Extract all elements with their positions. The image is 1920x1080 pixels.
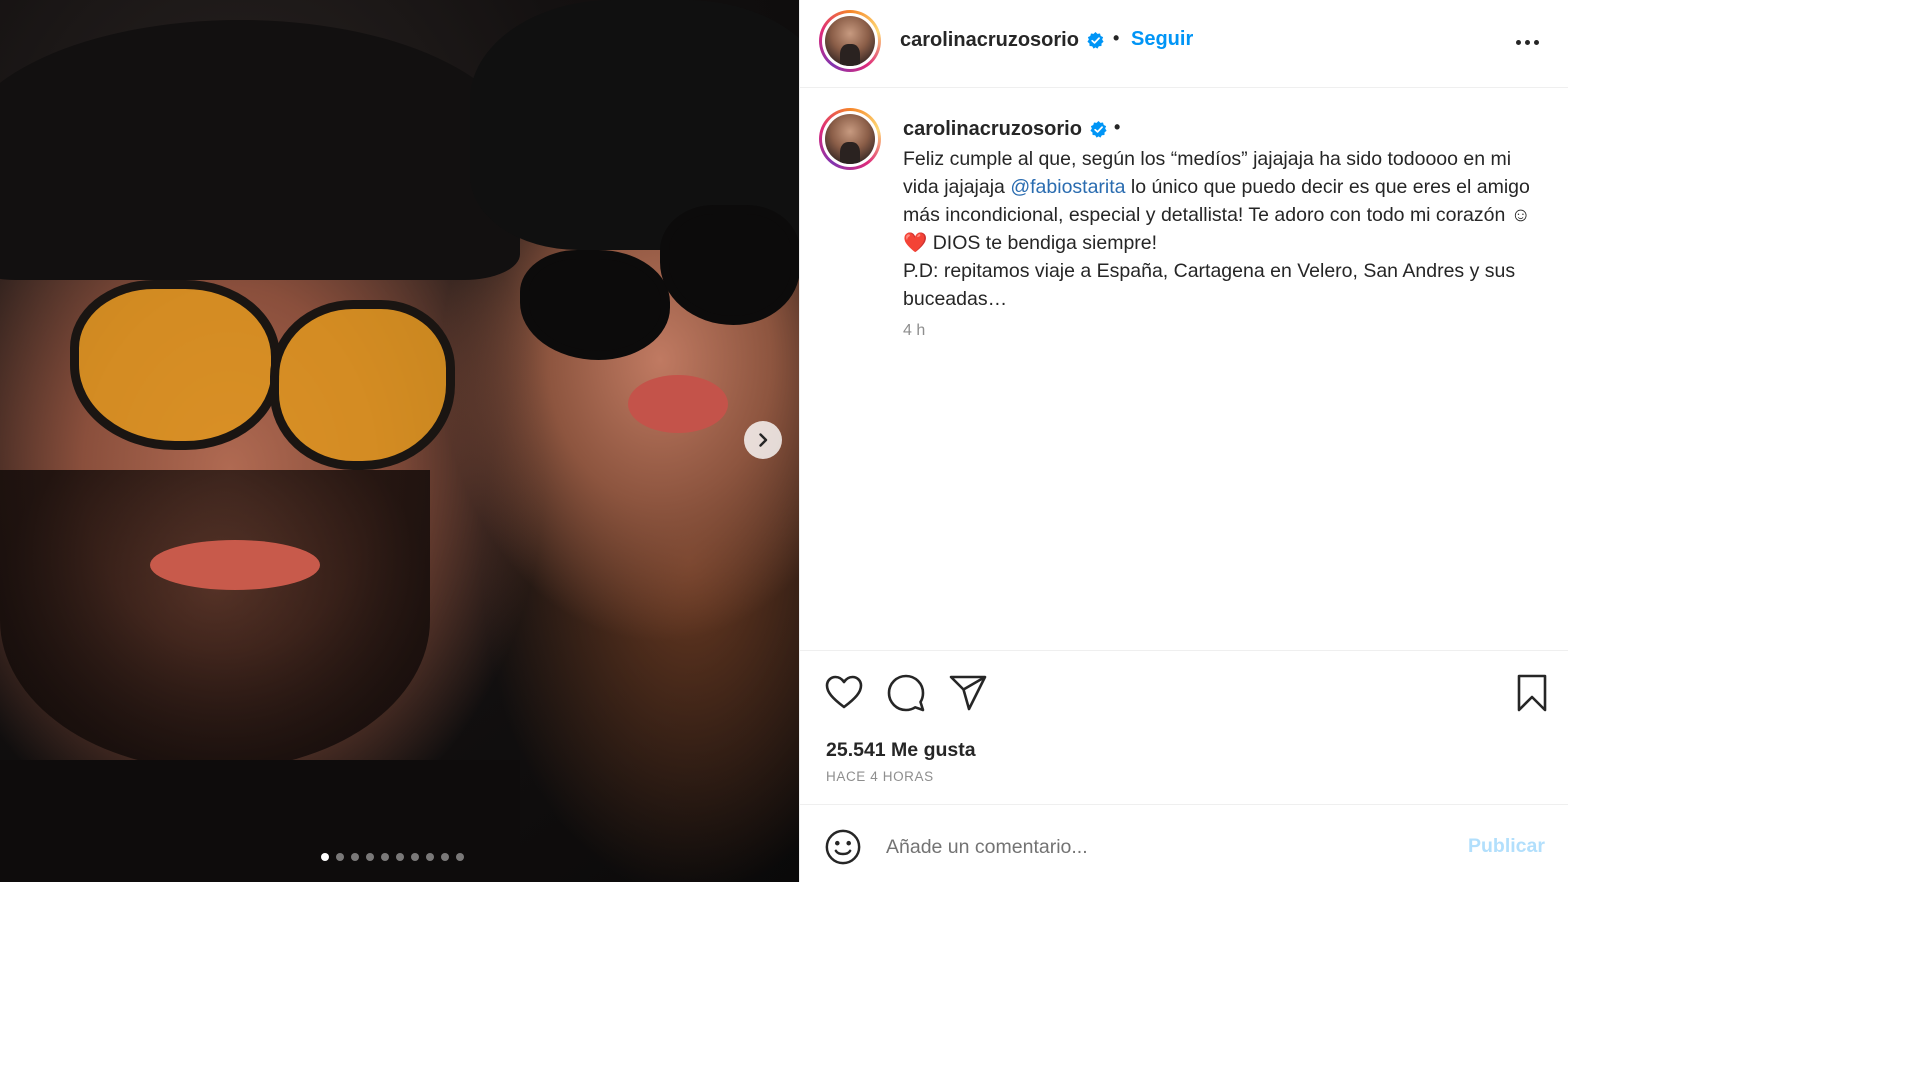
carousel-dot	[365, 853, 374, 861]
photo-lips-woman	[628, 375, 728, 433]
carousel-dot	[395, 853, 404, 861]
heart-emoji: ❤️	[903, 232, 928, 254]
verified-badge-icon	[1087, 31, 1104, 49]
instagram-post: carolinacruzosorio • Seguir carolinacruz…	[0, 0, 1568, 882]
comment-bar: Publicar	[800, 806, 1568, 882]
carousel-dot	[425, 853, 434, 861]
carousel-dot	[380, 853, 389, 861]
follow-button[interactable]: Seguir	[1131, 28, 1193, 51]
heart-icon[interactable]	[824, 673, 864, 713]
photo-yellow-lens-right	[270, 300, 455, 470]
post-date[interactable]: HACE 4 HORAS	[826, 769, 934, 784]
caption-avatar[interactable]	[819, 108, 881, 170]
caption-separator: •	[1114, 117, 1121, 137]
likes-count[interactable]: 25.541 Me gusta	[826, 739, 976, 762]
photo-lips-man	[150, 540, 320, 590]
carousel-dot	[455, 853, 464, 861]
send-icon[interactable]	[948, 673, 988, 713]
carousel-dot	[410, 853, 419, 861]
carousel-dot	[440, 853, 449, 861]
comment-input[interactable]	[886, 830, 1446, 864]
post-header: carolinacruzosorio • Seguir	[800, 0, 1568, 88]
verified-badge-icon	[1090, 120, 1107, 138]
avatar[interactable]	[819, 10, 881, 72]
photo-shirt	[0, 760, 520, 882]
chevron-right-icon	[759, 433, 768, 447]
photo-cap-left	[0, 20, 520, 280]
header-separator: •	[1113, 28, 1120, 48]
mention-link[interactable]: @fabiostarita	[1010, 176, 1125, 198]
carousel-dot	[335, 853, 344, 861]
photo-beard	[0, 470, 430, 770]
caption-username[interactable]: carolinacruzosorio	[903, 118, 1082, 141]
caption-line-4: P.D: repitamos viaje a España, Cartagena…	[903, 260, 1516, 310]
caption-text: Feliz cumple al que, según los “medíos” …	[903, 145, 1543, 313]
caption-timestamp[interactable]: 4 h	[903, 322, 925, 340]
carousel-dots	[0, 853, 799, 861]
photo-yellow-lens-left	[70, 280, 280, 450]
smiley-icon[interactable]	[824, 828, 862, 866]
bookmark-icon[interactable]	[1512, 673, 1552, 713]
caption-line-3: DIOS te bendiga siempre!	[927, 232, 1158, 254]
action-bar: 25.541 Me gusta HACE 4 HORAS	[800, 650, 1568, 805]
post-sidebar: carolinacruzosorio • Seguir carolinacruz…	[799, 0, 1568, 882]
carousel-dot	[350, 853, 359, 861]
more-options-icon[interactable]	[1512, 30, 1542, 54]
next-slide-button[interactable]	[744, 421, 782, 459]
publish-button[interactable]: Publicar	[1468, 835, 1545, 858]
carousel-dot	[320, 853, 329, 861]
header-username[interactable]: carolinacruzosorio	[900, 29, 1079, 52]
post-photo[interactable]	[0, 0, 799, 882]
comment-icon[interactable]	[886, 673, 926, 713]
